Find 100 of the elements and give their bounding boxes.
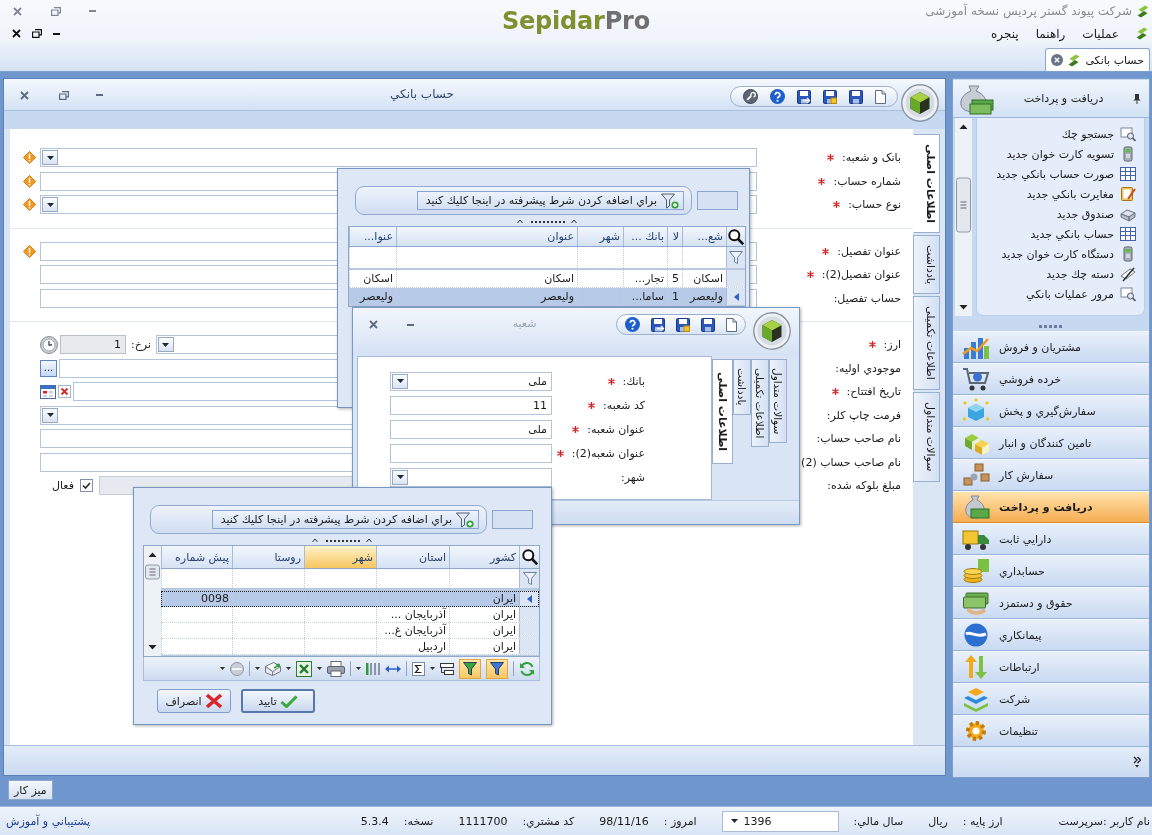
module-button[interactable]: ارتباطات — [953, 651, 1149, 683]
add-condition-button[interactable]: براي اضافه کردن شرط پيشرفته در اينجا كليك كنيد — [416, 191, 684, 210]
dropdown-field[interactable]: ملی — [390, 371, 552, 391]
circle-icon[interactable] — [230, 661, 244, 676]
nav-item[interactable]: تسويه کارت خوان جديد — [977, 144, 1144, 164]
caret-icon[interactable] — [286, 667, 291, 670]
pin-icon[interactable] — [1133, 93, 1141, 104]
input-field[interactable]: 11 — [390, 395, 552, 415]
scrollbar[interactable] — [955, 118, 972, 316]
search-icon[interactable] — [728, 228, 744, 245]
minimize-icon[interactable] — [53, 32, 60, 35]
table-row[interactable]: ایران آذربایجان ... — [161, 607, 539, 623]
cube-icon[interactable] — [753, 312, 791, 350]
column-header[interactable]: بانك ... — [623, 227, 667, 246]
table-row[interactable]: ایران آذربایجان غ... — [161, 623, 539, 639]
dropdown-button[interactable] — [392, 469, 408, 485]
tab[interactable]: اطلاعات تکمیلی — [913, 296, 940, 391]
input-field[interactable] — [390, 443, 552, 463]
column-header[interactable]: عنوان — [396, 227, 577, 246]
column-header[interactable]: شهر — [304, 546, 376, 568]
filter-button[interactable] — [486, 658, 508, 679]
nav-item[interactable]: مرور عمليات بانکي — [977, 284, 1144, 304]
menu-item[interactable]: پنجره — [991, 26, 1019, 41]
input-field[interactable]: ملی — [390, 419, 552, 439]
nav-item[interactable]: جستجو چك — [977, 124, 1144, 144]
menu-item[interactable]: راهنما — [1035, 26, 1066, 41]
sigma-icon[interactable] — [412, 661, 425, 676]
nav-item[interactable]: مغايرت بانکي جديد — [977, 184, 1144, 204]
clear-icon[interactable] — [58, 385, 71, 399]
dropdown-button[interactable] — [42, 150, 58, 166]
arrows-icon[interactable] — [385, 664, 401, 673]
group-icon[interactable] — [440, 662, 454, 675]
input-field[interactable] — [697, 191, 738, 210]
document-tab[interactable]: حساب بانکی — [1045, 48, 1150, 71]
table-row[interactable]: ایران اردبیل — [161, 639, 539, 655]
module-button[interactable]: دريافت و پرداخت — [953, 491, 1149, 523]
column-header[interactable]: لا — [667, 227, 682, 246]
calendar-icon[interactable] — [40, 384, 56, 400]
filter-button[interactable] — [459, 658, 481, 679]
nav-item[interactable]: دستگاه کارت خوان جديد — [977, 244, 1144, 264]
nav-item[interactable]: دسته چك جديد — [977, 264, 1144, 284]
tab[interactable]: سوالات متداول — [769, 359, 787, 444]
tab[interactable]: سوالات متداول — [913, 392, 940, 482]
save-icon[interactable] — [676, 317, 690, 332]
grip-icon[interactable] — [1039, 324, 1063, 328]
module-button[interactable]: سفارش‌گيري و پخش — [953, 395, 1149, 427]
save-icon[interactable] — [651, 317, 665, 332]
new-document-icon[interactable] — [874, 89, 886, 104]
save-icon[interactable] — [796, 89, 811, 104]
tab[interactable]: اطلاعات اصلی — [712, 359, 733, 465]
refresh-icon[interactable] — [519, 660, 535, 677]
tab[interactable]: یادداشت — [733, 359, 751, 415]
nav-item[interactable]: حساب بانکي جديد — [977, 224, 1144, 244]
export-icon[interactable] — [265, 661, 281, 676]
module-button[interactable]: حقوق و دستمزد — [953, 587, 1149, 619]
column-header[interactable]: شع... — [682, 227, 726, 246]
grip-icon[interactable] — [311, 536, 372, 543]
column-header[interactable]: کشور — [449, 546, 519, 568]
column-header[interactable]: روستا — [232, 546, 304, 568]
dropdown-button[interactable] — [157, 337, 174, 353]
dropdown-button[interactable] — [392, 373, 408, 389]
module-button[interactable]: پيمانكاري — [953, 619, 1149, 651]
printer-icon[interactable] — [327, 660, 345, 677]
rate-field[interactable]: 1 — [60, 335, 126, 355]
caret-icon[interactable] — [317, 667, 322, 670]
save-icon[interactable] — [822, 89, 837, 104]
tab[interactable]: اطلاعات اصلی — [913, 134, 940, 234]
save-icon[interactable] — [848, 89, 863, 104]
module-button[interactable]: سفارش كار — [953, 459, 1149, 491]
dropdown-field[interactable] — [40, 148, 757, 168]
column-header[interactable]: عنوا... — [349, 227, 396, 246]
caret-icon[interactable] — [255, 667, 260, 670]
close-icon[interactable] — [12, 29, 21, 38]
nav-item[interactable]: صندوق جديد — [977, 204, 1144, 224]
search-icon[interactable] — [521, 549, 538, 565]
scrollbar[interactable] — [144, 546, 161, 656]
wrench-icon[interactable] — [742, 89, 758, 104]
chevron-icon[interactable] — [1133, 756, 1141, 768]
desk-button[interactable]: ميز كار — [8, 780, 53, 800]
dropdown-button[interactable] — [42, 407, 58, 423]
module-button[interactable]: تامين كنندگان و انبار — [953, 427, 1149, 459]
nav-item[interactable]: صورت حساب بانکي جديد — [977, 164, 1144, 184]
help-icon[interactable] — [625, 317, 640, 332]
module-button[interactable]: حسابداري — [953, 555, 1149, 587]
year-dropdown[interactable]: 1396 — [721, 810, 839, 832]
ellipsis-button[interactable]: ... — [40, 359, 57, 377]
caret-icon[interactable] — [220, 667, 225, 670]
save-icon[interactable] — [701, 317, 715, 332]
columns-icon[interactable] — [366, 661, 380, 676]
column-header[interactable]: شهر — [577, 227, 623, 246]
caret-icon[interactable] — [430, 667, 435, 670]
cancel-button[interactable]: انصراف — [157, 689, 231, 713]
module-button[interactable]: شركت — [953, 683, 1149, 715]
module-button[interactable]: خرده فروشي — [953, 363, 1149, 395]
help-icon[interactable] — [769, 89, 785, 104]
excel-icon[interactable] — [296, 660, 312, 677]
grip-icon[interactable] — [517, 217, 577, 224]
dropdown-field[interactable] — [390, 467, 552, 487]
menu-item[interactable]: عملیات — [1082, 26, 1119, 41]
new-document-icon[interactable] — [726, 317, 737, 332]
